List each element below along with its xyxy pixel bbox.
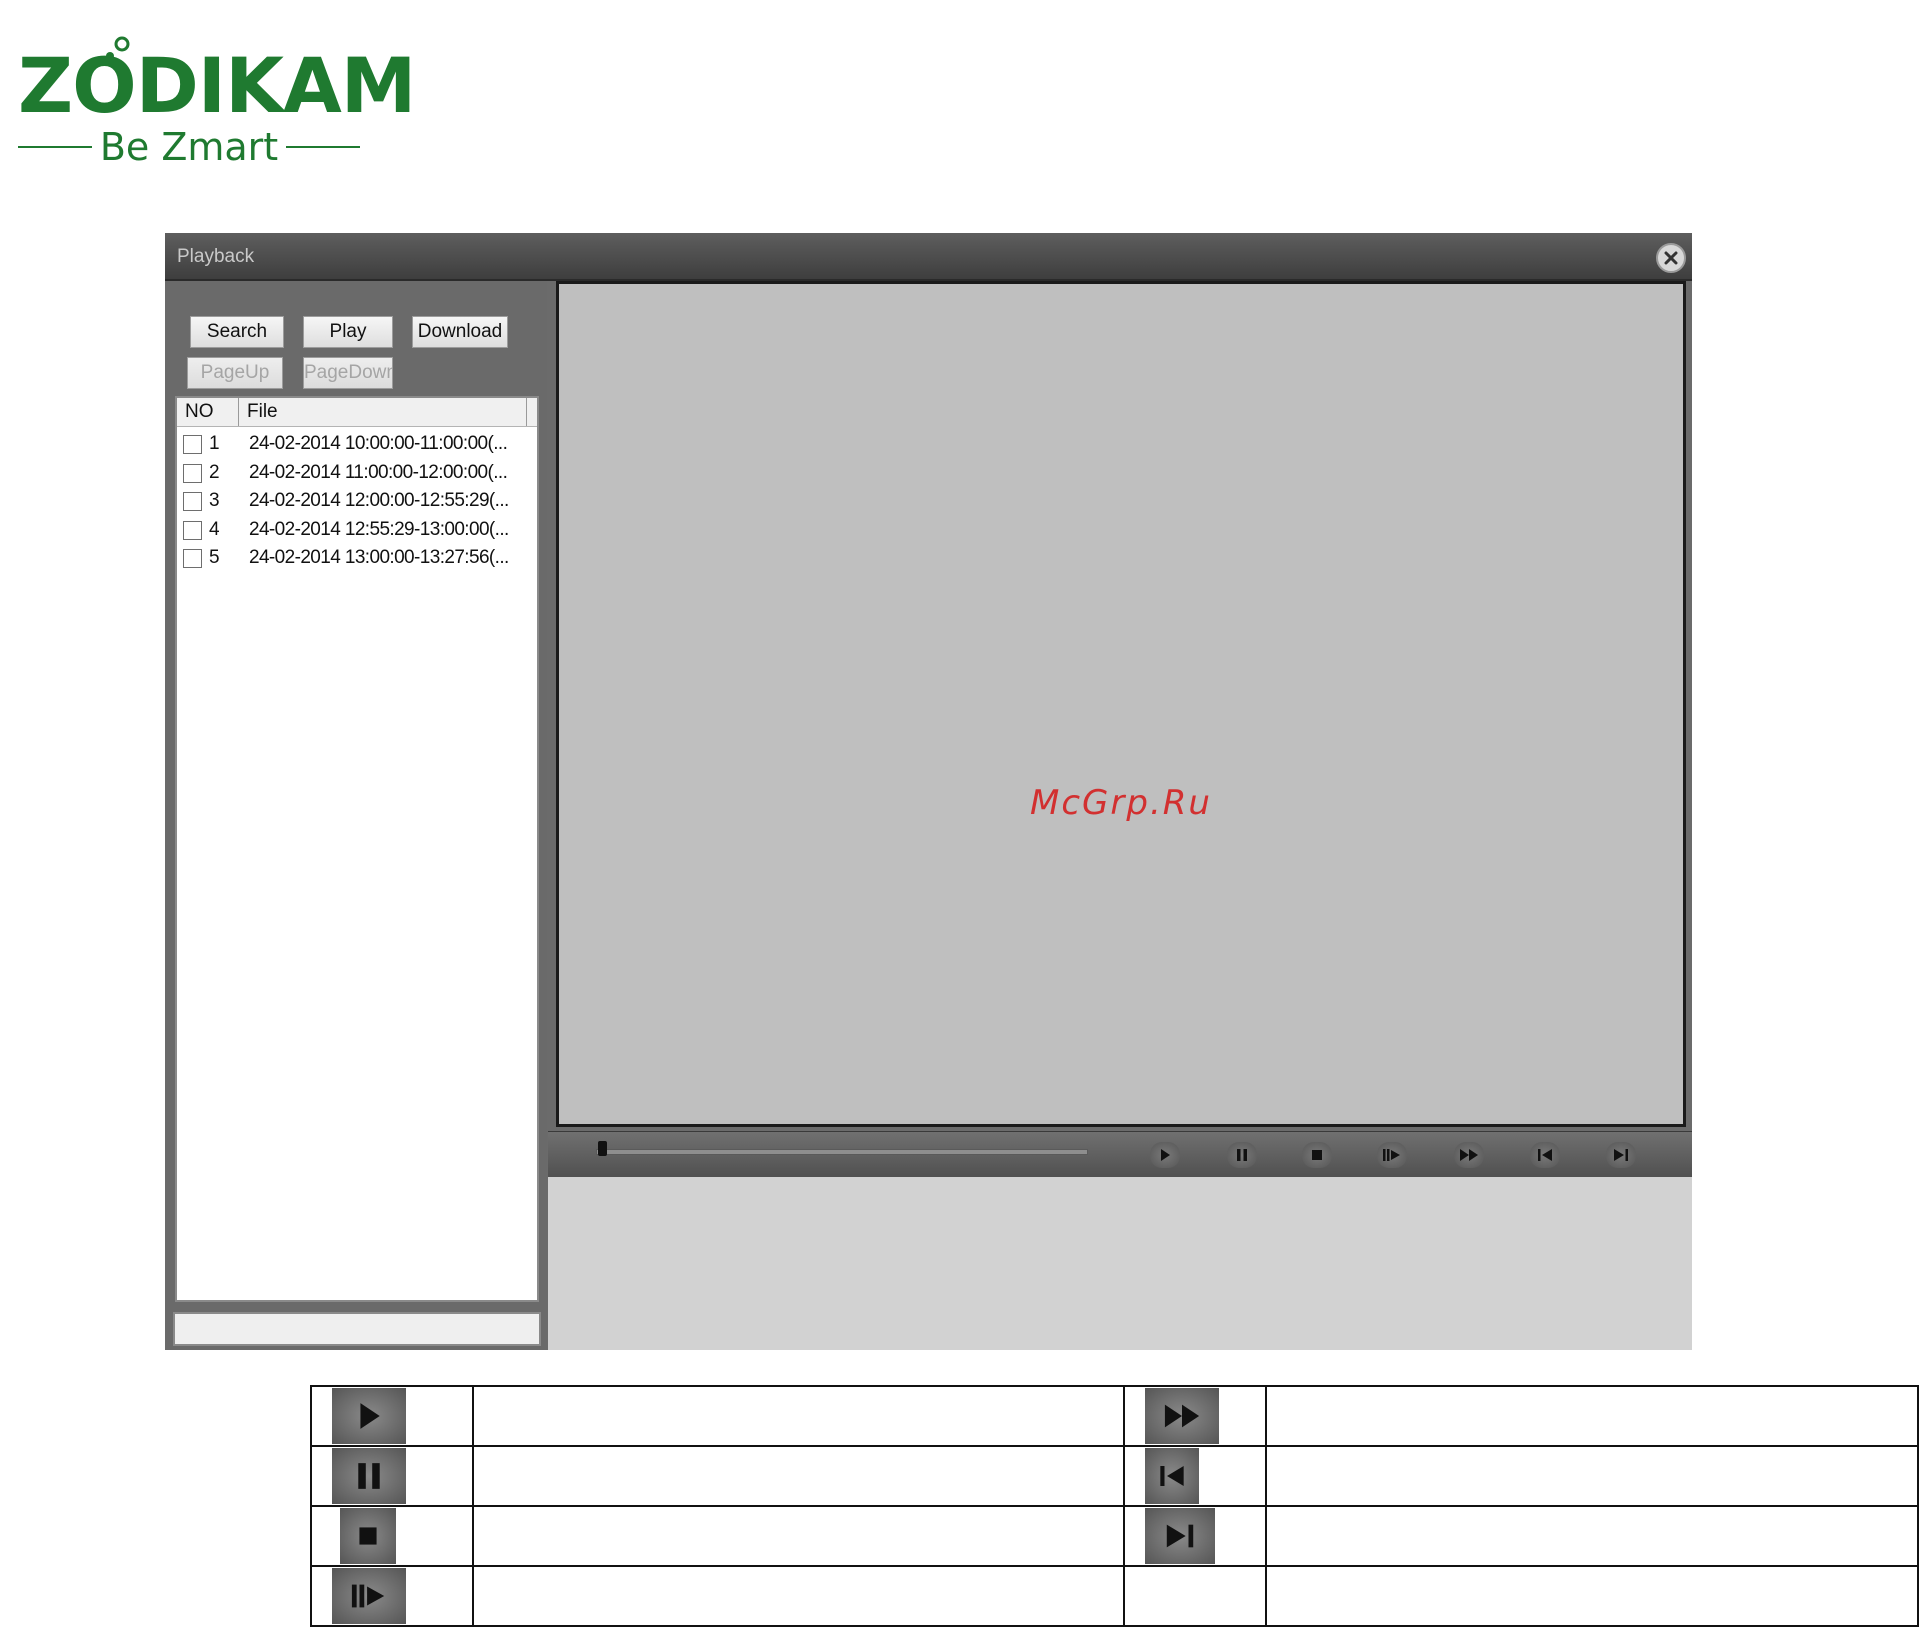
file-row[interactable]: 3 24-02-2014 12:00:00-12:55:29(...: [177, 487, 537, 515]
legend-icon-cell: [310, 1385, 474, 1447]
logo-divider: [18, 146, 92, 148]
legend-row: [310, 1565, 1919, 1627]
previous-frame-control-button[interactable]: [1530, 1142, 1560, 1168]
previous-frame-icon: [1538, 1149, 1552, 1161]
file-list: NO File 1 24-02-2014 10:00:00-11:00:00(.…: [175, 396, 539, 1302]
previous-frame-icon: [1160, 1466, 1185, 1486]
brand-logo: ZODIKAM Be Zmart: [18, 34, 416, 166]
video-display[interactable]: McGrp.Ru: [556, 281, 1686, 1127]
file-number: 1: [209, 433, 220, 454]
legend-stop-button: [340, 1508, 396, 1564]
file-checkbox[interactable]: [183, 492, 202, 511]
legend-play-button: [332, 1388, 406, 1444]
file-name: 24-02-2014 11:00:00-12:00:00(...: [249, 461, 508, 483]
logo-tagline-row: Be Zmart: [18, 122, 361, 172]
legend-icon-cell: [1123, 1505, 1268, 1567]
legend-description-cell: [1265, 1505, 1919, 1567]
legend-icon-cell: [310, 1565, 474, 1627]
title-bar: Playback: [165, 233, 1692, 281]
legend-row: [310, 1505, 1919, 1567]
file-row[interactable]: 4 24-02-2014 12:55:29-13:00:00(...: [177, 516, 537, 544]
fast-forward-icon: [1165, 1404, 1200, 1428]
next-frame-control-button[interactable]: [1606, 1142, 1636, 1168]
legend-icon-cell: [1123, 1565, 1268, 1627]
file-checkbox[interactable]: [183, 463, 202, 483]
file-name: 24-02-2014 13:00:00-13:27:56(...: [249, 547, 509, 568]
legend-previous-frame-button: [1145, 1448, 1200, 1504]
column-header-no[interactable]: NO: [177, 398, 239, 426]
play-icon: [1161, 1149, 1170, 1161]
logo-divider: [286, 146, 361, 148]
playback-window: Playback Search Play Download PageUp Pag…: [165, 233, 1692, 1350]
playback-control-bar: [548, 1131, 1692, 1178]
legend-next-frame-button: [1145, 1508, 1216, 1564]
file-name: 24-02-2014 12:55:29-13:00:00(...: [249, 518, 509, 540]
close-icon: [1664, 251, 1678, 265]
watermark-text: McGrp.Ru: [1030, 783, 1212, 823]
slow-forward-icon: [1383, 1149, 1400, 1161]
window-title: Playback: [177, 246, 255, 267]
file-number: 5: [209, 547, 220, 568]
page-up-button[interactable]: PageUp: [187, 357, 283, 389]
progress-slider[interactable]: [596, 1149, 1088, 1155]
play-button[interactable]: Play: [303, 316, 393, 348]
next-frame-icon: [1614, 1149, 1628, 1161]
left-panel: Search Play Download PageUp PageDown NO …: [165, 281, 547, 1350]
stop-control-button[interactable]: [1302, 1142, 1332, 1168]
column-header-file[interactable]: File: [239, 398, 527, 426]
lower-panel: [548, 1177, 1692, 1350]
file-checkbox[interactable]: [183, 435, 202, 454]
close-button[interactable]: [1656, 243, 1686, 273]
file-number: 2: [209, 461, 220, 483]
legend-slow-forward-button: [332, 1568, 406, 1624]
legend-description-cell: [1265, 1565, 1919, 1627]
status-field: [173, 1312, 541, 1346]
legend-row: [310, 1385, 1919, 1447]
play-control-button[interactable]: [1150, 1142, 1180, 1168]
page-down-button[interactable]: PageDown: [303, 357, 393, 389]
fast-forward-control-button[interactable]: [1454, 1142, 1484, 1168]
file-number: 3: [209, 490, 220, 511]
legend-description-cell: [471, 1565, 1126, 1627]
file-checkbox[interactable]: [183, 520, 202, 540]
file-row[interactable]: 5 24-02-2014 13:00:00-13:27:56(...: [177, 544, 537, 572]
stop-icon: [1312, 1150, 1322, 1160]
legend-row: [310, 1445, 1919, 1507]
legend-icon-cell: [310, 1505, 474, 1567]
next-frame-icon: [1167, 1524, 1194, 1548]
legend-fast-forward-button: [1145, 1388, 1220, 1444]
file-name: 24-02-2014 12:00:00-12:55:29(...: [249, 490, 509, 511]
legend-description-cell: [471, 1505, 1126, 1567]
file-row[interactable]: 2 24-02-2014 11:00:00-12:00:00(...: [177, 459, 537, 487]
file-checkbox[interactable]: [183, 549, 202, 568]
legend-icon-cell: [310, 1445, 474, 1507]
file-name: 24-02-2014 10:00:00-11:00:00(...: [249, 433, 508, 454]
file-row[interactable]: 1 24-02-2014 10:00:00-11:00:00(...: [177, 430, 537, 458]
stop-icon: [359, 1527, 377, 1545]
legend-description-cell: [471, 1385, 1126, 1447]
pause-icon: [1237, 1149, 1247, 1161]
pause-control-button[interactable]: [1227, 1142, 1257, 1168]
search-button[interactable]: Search: [190, 316, 284, 348]
file-list-header: NO File: [177, 398, 537, 427]
slow-forward-control-button[interactable]: [1377, 1142, 1407, 1168]
legend-icon-cell: [1123, 1445, 1268, 1507]
logo-brand-text: ZODIKAM: [18, 41, 416, 130]
file-number: 4: [209, 518, 220, 540]
progress-slider-handle[interactable]: [598, 1141, 607, 1156]
logo-tagline: Be Zmart: [99, 125, 279, 169]
legend-description-cell: [471, 1445, 1126, 1507]
fast-forward-icon: [1460, 1149, 1478, 1161]
play-icon: [360, 1403, 380, 1429]
download-button[interactable]: Download: [412, 316, 508, 348]
pause-icon: [358, 1463, 380, 1489]
slow-forward-icon: [351, 1584, 385, 1608]
legend-icon-cell: [1123, 1385, 1268, 1447]
legend-description-cell: [1265, 1445, 1919, 1507]
controls-legend-table: [310, 1385, 1919, 1627]
legend-pause-button: [332, 1448, 406, 1504]
legend-description-cell: [1265, 1385, 1919, 1447]
